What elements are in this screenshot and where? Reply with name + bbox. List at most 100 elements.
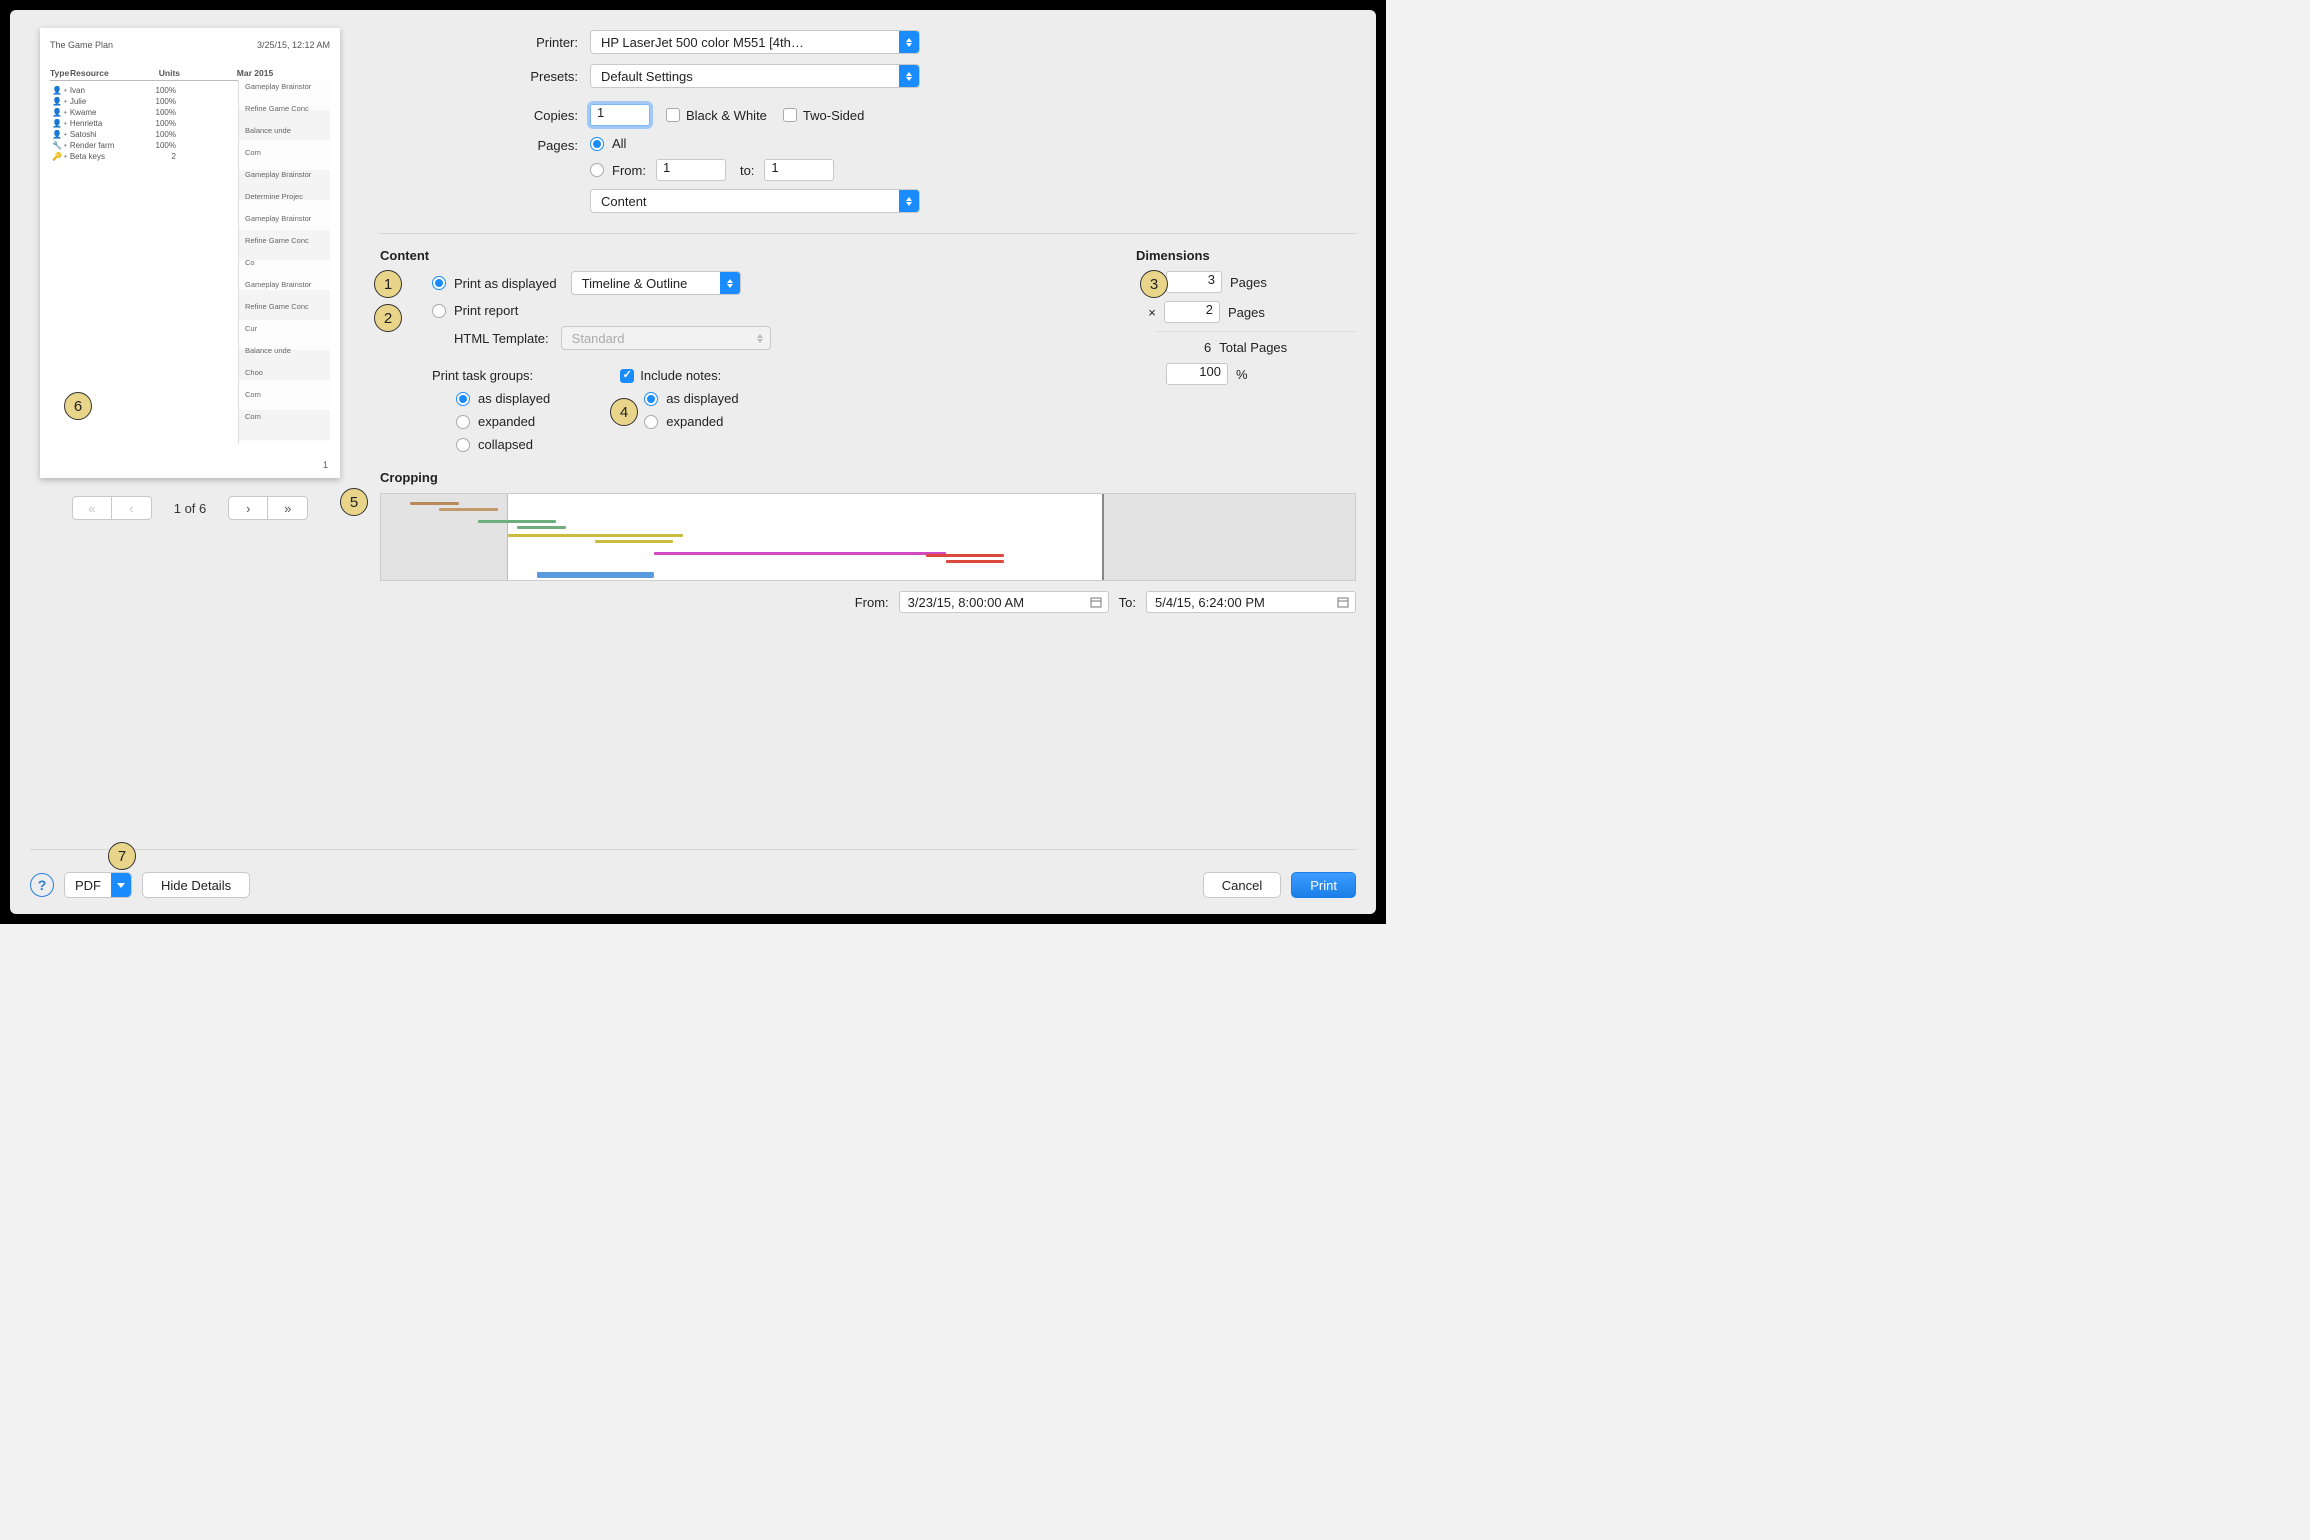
- preview-gantt-label: Gameplay Brainstor: [245, 170, 326, 179]
- copies-input[interactable]: 1: [590, 104, 650, 126]
- page-last-button[interactable]: »: [268, 496, 308, 520]
- preview-gantt-label: Refine Game Conc: [245, 236, 326, 245]
- chevron-updown-icon: [899, 65, 919, 87]
- percent-label: %: [1236, 367, 1248, 382]
- dim-height-input[interactable]: 2: [1164, 301, 1220, 323]
- page-next-button[interactable]: ›: [228, 496, 268, 520]
- notes-expanded-radio[interactable]: [644, 415, 658, 429]
- taskgroups-asdisplayed-radio[interactable]: [456, 392, 470, 406]
- preview-doc-title: The Game Plan: [50, 40, 113, 50]
- html-template-label: HTML Template:: [454, 331, 549, 346]
- page-indicator: 1 of 6: [174, 501, 207, 516]
- view-select[interactable]: Timeline & Outline: [571, 271, 741, 295]
- pages-to-input[interactable]: 1: [764, 159, 834, 181]
- printer-label: Printer:: [380, 35, 590, 50]
- chevron-updown-icon: [899, 190, 919, 212]
- print-button[interactable]: Print: [1291, 872, 1356, 898]
- taskgroups-expanded-radio[interactable]: [456, 415, 470, 429]
- taskgroups-asdisplayed-label: as displayed: [478, 391, 550, 406]
- notes-asdisplayed-label: as displayed: [666, 391, 738, 406]
- crop-from-label: From:: [855, 595, 889, 610]
- callout-4: 4: [610, 398, 638, 426]
- notes-expanded-label: expanded: [666, 414, 723, 429]
- preview-gantt-label: Com: [245, 390, 326, 399]
- page-first-button[interactable]: «: [72, 496, 112, 520]
- preview-gantt-label: Co: [245, 258, 326, 267]
- callout-6: 6: [64, 392, 92, 420]
- print-as-displayed-radio[interactable]: [432, 276, 446, 290]
- callout-1: 1: [374, 270, 402, 298]
- printer-select[interactable]: HP LaserJet 500 color M551 [4th…: [590, 30, 920, 54]
- preview-gantt-label: Cur: [245, 324, 326, 333]
- hide-details-button[interactable]: Hide Details: [142, 872, 250, 898]
- print-report-label: Print report: [454, 303, 518, 318]
- preview-gantt-label: Com: [245, 412, 326, 421]
- dim-width-unit: Pages: [1230, 275, 1267, 290]
- two-sided-checkbox[interactable]: [783, 108, 797, 122]
- print-as-displayed-label: Print as displayed: [454, 276, 557, 291]
- total-pages-label: Total Pages: [1219, 340, 1287, 355]
- preview-gantt-label: Gameplay Brainstor: [245, 82, 326, 91]
- preview-datetime: 3/25/15, 12:12 AM: [257, 40, 330, 50]
- calendar-icon: [1337, 596, 1349, 608]
- pages-from-label: From:: [612, 163, 646, 178]
- two-sided-label: Two-Sided: [803, 108, 864, 123]
- print-section-select[interactable]: Content: [590, 189, 920, 213]
- presets-select[interactable]: Default Settings: [590, 64, 920, 88]
- calendar-icon: [1090, 596, 1102, 608]
- print-report-radio[interactable]: [432, 304, 446, 318]
- callout-3: 3: [1140, 270, 1168, 298]
- html-template-select: Standard: [561, 326, 771, 350]
- notes-asdisplayed-radio[interactable]: [644, 392, 658, 406]
- cropping-section-header: Cropping: [380, 470, 1356, 485]
- crop-to-input[interactable]: 5/4/15, 6:24:00 PM: [1146, 591, 1356, 613]
- pages-range-radio[interactable]: [590, 163, 604, 177]
- preview-gantt-label: Gameplay Brainstor: [245, 214, 326, 223]
- taskgroups-expanded-label: expanded: [478, 414, 535, 429]
- black-white-label: Black & White: [686, 108, 767, 123]
- page-prev-button[interactable]: ‹: [112, 496, 152, 520]
- pages-label: Pages:: [380, 136, 590, 153]
- col-month: Mar 2015: [180, 68, 330, 78]
- presets-label: Presets:: [380, 69, 590, 84]
- preview-page-num: 1: [323, 460, 328, 470]
- include-notes-label: Include notes:: [640, 368, 721, 383]
- preview-gantt-label: Refine Game Conc: [245, 302, 326, 311]
- callout-5: 5: [340, 488, 368, 516]
- black-white-checkbox[interactable]: [666, 108, 680, 122]
- col-units: Units: [140, 68, 180, 78]
- preview-gantt-label: Gameplay Brainstor: [245, 280, 326, 289]
- preview-gantt-label: Choo: [245, 368, 326, 377]
- content-section-header: Content: [380, 248, 1096, 263]
- dim-height-unit: Pages: [1228, 305, 1265, 320]
- pdf-dropdown-button[interactable]: PDF: [64, 872, 132, 898]
- callout-7: 7: [108, 842, 136, 870]
- crop-to-label: To:: [1119, 595, 1136, 610]
- crop-from-input[interactable]: 3/23/15, 8:00:00 AM: [899, 591, 1109, 613]
- chevron-updown-icon: [899, 31, 919, 53]
- preview-gantt-label: Balance unde: [245, 346, 326, 355]
- task-groups-label: Print task groups:: [432, 368, 550, 383]
- taskgroups-collapsed-label: collapsed: [478, 437, 533, 452]
- cancel-button[interactable]: Cancel: [1203, 872, 1281, 898]
- chevron-down-icon: [111, 873, 131, 897]
- pages-all-radio[interactable]: [590, 137, 604, 151]
- pages-to-label: to:: [740, 163, 754, 178]
- callout-2: 2: [374, 304, 402, 332]
- help-button[interactable]: ?: [30, 873, 54, 897]
- preview-gantt-label: Balance unde: [245, 126, 326, 135]
- preview-gantt-label: Refine Game Conc: [245, 104, 326, 113]
- times-symbol: ×: [1148, 305, 1156, 320]
- total-pages-value: 6: [1204, 340, 1211, 355]
- dim-width-input[interactable]: 3: [1166, 271, 1222, 293]
- include-notes-checkbox[interactable]: [620, 369, 634, 383]
- cropping-timeline[interactable]: [380, 493, 1356, 581]
- taskgroups-collapsed-radio[interactable]: [456, 438, 470, 452]
- scale-percent-input[interactable]: 100: [1166, 363, 1228, 385]
- pages-all-label: All: [612, 136, 626, 151]
- pages-from-input[interactable]: 1: [656, 159, 726, 181]
- dimensions-section-header: Dimensions: [1136, 248, 1356, 263]
- preview-gantt-label: Com: [245, 148, 326, 157]
- chevron-updown-icon: [750, 327, 770, 349]
- col-type: Type: [50, 68, 70, 78]
